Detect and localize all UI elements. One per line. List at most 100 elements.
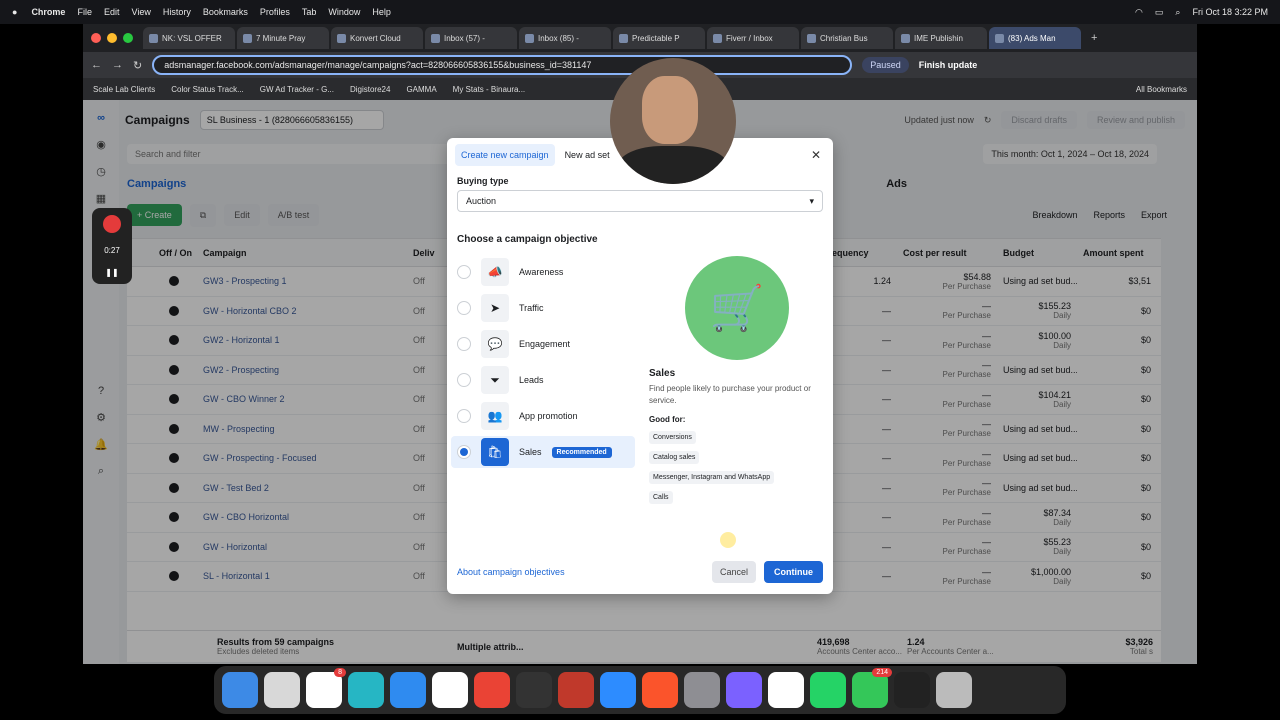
menu-window[interactable]: Window — [328, 7, 360, 17]
objective-leads[interactable]: ⏷ Leads — [451, 364, 635, 396]
cancel-button[interactable]: Cancel — [711, 561, 756, 583]
radio[interactable] — [457, 409, 471, 423]
browser-tab[interactable]: NK: VSL OFFER — [143, 27, 235, 49]
safari-icon[interactable] — [390, 672, 426, 708]
radio[interactable] — [457, 373, 471, 387]
forward-icon[interactable]: → — [112, 59, 123, 71]
good-for-chip[interactable]: Conversions — [649, 431, 696, 444]
chatgpt-icon[interactable] — [768, 672, 804, 708]
objective-app-promotion[interactable]: 👥 App promotion — [451, 400, 635, 432]
browser-tab[interactable]: IME Publishin — [895, 27, 987, 49]
finish-update-button[interactable]: Finish update — [919, 60, 978, 70]
bookmark-item[interactable]: Scale Lab Clients — [93, 85, 155, 94]
filter-icon: ⏷ — [481, 366, 509, 394]
slack-icon[interactable]: 8 — [306, 668, 346, 708]
window-icon[interactable] — [894, 672, 930, 708]
apple-icon[interactable]: ● — [12, 7, 17, 17]
profile-paused-button[interactable]: Paused — [862, 57, 909, 73]
reload-icon[interactable]: ↻ — [133, 59, 142, 72]
objective-awareness[interactable]: 📣 Awareness — [451, 256, 635, 288]
menubar-clock[interactable]: Fri Oct 18 3:22 PM — [1192, 7, 1268, 17]
battery-icon[interactable]: ▭ — [1155, 7, 1164, 18]
all-bookmarks-button[interactable]: All Bookmarks — [1136, 85, 1197, 94]
new-tab-icon[interactable]: + — [1091, 32, 1097, 44]
canva-icon[interactable] — [348, 672, 384, 708]
final-cut-icon[interactable] — [516, 672, 552, 708]
browser-tab-active[interactable]: (83) Ads Man — [989, 27, 1081, 49]
tab-favicon-icon — [713, 33, 722, 43]
good-for-chip[interactable]: Catalog sales — [649, 451, 700, 464]
browser-tab[interactable]: Inbox (57) - — [425, 27, 517, 49]
whatsapp-icon[interactable] — [810, 672, 846, 708]
radio-selected[interactable] — [457, 445, 471, 459]
pause-icon[interactable]: ❚❚ — [105, 268, 118, 277]
tab-create-new-campaign[interactable]: Create new campaign — [455, 144, 555, 166]
finder-icon[interactable] — [222, 672, 258, 708]
zoom-icon[interactable] — [600, 672, 636, 708]
messages-icon[interactable]: 214 — [852, 668, 892, 708]
continue-button[interactable]: Continue — [764, 561, 823, 583]
live-app-icon[interactable] — [558, 672, 594, 708]
tab-strip: NK: VSL OFFER 7 Minute Pray Konvert Clou… — [83, 24, 1197, 52]
tab-new-ad-set[interactable]: New ad set — [559, 144, 616, 166]
wifi-icon[interactable]: ◠ — [1135, 7, 1143, 18]
objective-heading: Choose a campaign objective — [457, 234, 598, 245]
browser-tab[interactable]: 7 Minute Pray — [237, 27, 329, 49]
menu-profiles[interactable]: Profiles — [260, 7, 290, 17]
about-objectives-link[interactable]: About campaign objectives — [457, 567, 565, 577]
browser-tab[interactable]: Inbox (85) - — [519, 27, 611, 49]
spotlight-icon[interactable]: ⌕ — [1175, 7, 1180, 18]
url-input[interactable]: adsmanager.facebook.com/adsmanager/manag… — [152, 55, 853, 75]
close-window-icon[interactable] — [91, 33, 101, 43]
menu-history[interactable]: History — [163, 7, 191, 17]
chrome-icon[interactable] — [474, 672, 510, 708]
radio[interactable] — [457, 337, 471, 351]
buying-type-select[interactable]: Auction ▾ — [457, 190, 823, 212]
detail-title: Sales — [649, 368, 676, 379]
system-settings-icon[interactable] — [684, 672, 720, 708]
objective-engagement[interactable]: 💬 Engagement — [451, 328, 635, 360]
stop-recording-button[interactable] — [103, 214, 121, 233]
close-icon[interactable]: ✕ — [811, 148, 821, 162]
trash-icon[interactable] — [936, 672, 972, 708]
tab-favicon-icon — [807, 33, 816, 43]
chat-icon: 💬 — [481, 330, 509, 358]
bookmark-item[interactable]: Digistore24 — [350, 85, 390, 94]
tab-favicon-icon — [525, 33, 534, 43]
active-app-name[interactable]: Chrome — [31, 7, 65, 17]
flower-app-icon[interactable] — [726, 672, 762, 708]
brave-icon[interactable] — [642, 672, 678, 708]
radio[interactable] — [457, 265, 471, 279]
menu-file[interactable]: File — [77, 7, 92, 17]
launchpad-icon[interactable] — [264, 672, 300, 708]
good-for-chip[interactable]: Messenger, Instagram and WhatsApp — [649, 471, 775, 484]
recording-timer: 0:27 — [104, 245, 120, 255]
browser-tab[interactable]: Predictable P — [613, 27, 705, 49]
back-icon[interactable]: ← — [91, 59, 102, 71]
browser-tab[interactable]: Fiverr / Inbox — [707, 27, 799, 49]
menu-help[interactable]: Help — [372, 7, 391, 17]
menu-bookmarks[interactable]: Bookmarks — [203, 7, 248, 17]
browser-tab[interactable]: Konvert Cloud — [331, 27, 423, 49]
bookmark-item[interactable]: GAMMA — [406, 85, 436, 94]
browser-tab[interactable]: Christian Bus — [801, 27, 893, 49]
bookmark-item[interactable]: GW Ad Tracker - G... — [260, 85, 334, 94]
menu-edit[interactable]: Edit — [104, 7, 120, 17]
good-for-chip[interactable]: Calls — [649, 491, 673, 504]
bookmark-item[interactable]: Color Status Track... — [171, 85, 243, 94]
objective-traffic[interactable]: ➤ Traffic — [451, 292, 635, 324]
notion-icon[interactable] — [432, 672, 468, 708]
dialog-footer: About campaign objectives Cancel Continu… — [447, 550, 833, 594]
menu-view[interactable]: View — [131, 7, 150, 17]
radio[interactable] — [457, 301, 471, 315]
zoom-window-icon[interactable] — [123, 33, 133, 43]
good-for-label: Good for: — [649, 415, 686, 424]
tab-favicon-icon — [901, 33, 910, 43]
presenter-shirt — [618, 146, 728, 184]
minimize-window-icon[interactable] — [107, 33, 117, 43]
shopping-basket-icon: 🛒 — [685, 256, 789, 360]
menu-tab[interactable]: Tab — [302, 7, 317, 17]
objective-sales[interactable]: 🛍 Sales Recommended — [451, 436, 635, 468]
bookmark-item[interactable]: My Stats - Binaura... — [453, 85, 525, 94]
tab-favicon-icon — [431, 33, 440, 43]
